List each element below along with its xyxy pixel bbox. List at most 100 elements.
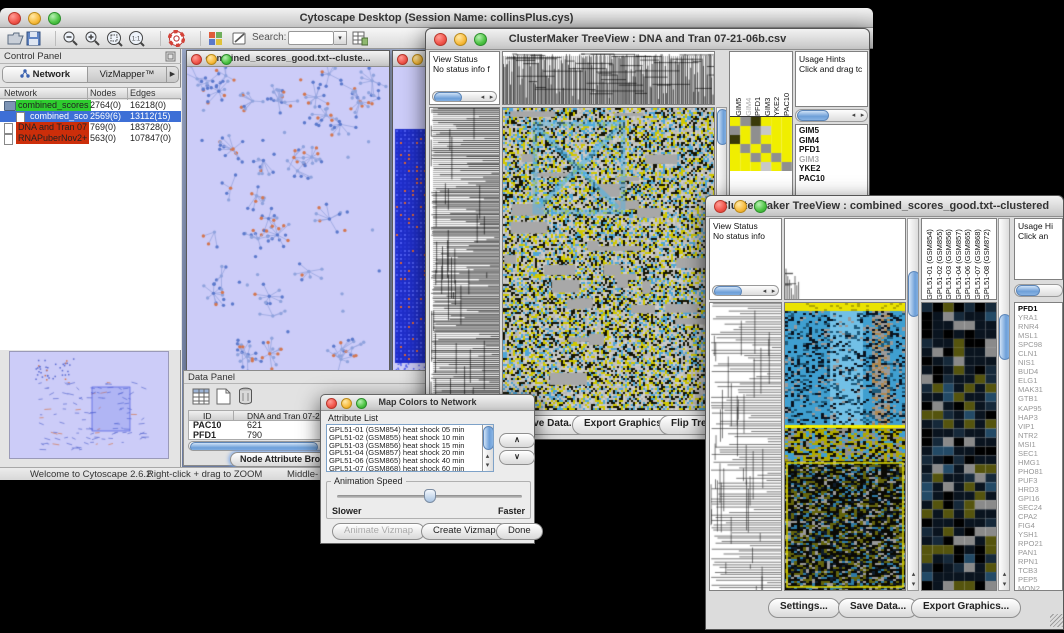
gene-label[interactable]: PEP5 [1018,575,1062,584]
zoom-out-icon[interactable] [62,30,79,47]
column-label[interactable]: GPL51-07 (GSM868) [973,220,983,300]
network-overview-canvas[interactable] [10,352,168,458]
search-input[interactable] [288,31,334,45]
column-label[interactable]: GPL51-08 (GSM872) [982,220,992,300]
treeview2-heatmap[interactable] [784,302,906,591]
view-status-h-scrollbar[interactable]: ◂▸ [432,91,497,102]
treeview2-zoom-heatmap[interactable] [921,302,997,591]
open-icon[interactable] [7,31,24,46]
network-table-row[interactable]: DNA and Tran 07769(0)183728(0) [0,122,181,133]
scrollbar-thumb[interactable] [1016,285,1040,296]
gene-label[interactable]: MON2 [1018,584,1062,591]
help-icon[interactable] [168,30,185,47]
scrollbar-thumb[interactable] [717,109,727,145]
gene-label[interactable]: HRD3 [1018,485,1062,494]
close-button[interactable] [714,200,727,213]
move-down-button[interactable]: ∨ [499,450,535,465]
close-button[interactable] [8,12,21,25]
scrollbar-thumb[interactable] [190,442,318,451]
treeview1-titlebar[interactable]: ClusterMaker TreeView : DNA and Tran 07-… [426,29,869,50]
treeview2-column-dendrogram[interactable] [784,218,906,300]
gene-label[interactable]: GPI16 [1018,494,1062,503]
gene-label[interactable]: PUF3 [1018,476,1062,485]
scrollbar-thumb[interactable] [908,271,919,317]
zoom-button[interactable] [754,200,767,213]
network-view-titlebar[interactable]: combined_scores_good.txt--cluste... [187,51,389,67]
treeview2-titlebar[interactable]: ClusterMaker TreeView : combined_scores_… [706,196,1063,217]
gene-label[interactable]: PHO81 [1018,467,1062,476]
new-attribute-icon[interactable] [216,388,231,405]
scrollbar-thumb[interactable] [714,286,742,296]
gene-label[interactable]: KAP95 [1018,404,1062,413]
gene-label[interactable]: GIM3 [799,155,867,165]
scrollbar-thumb[interactable] [797,110,829,121]
gene-label[interactable]: YKE2 [799,164,867,174]
column-label[interactable]: GPL51-01 (GSM854) [925,220,935,300]
animate-vizmap-button[interactable]: Animate Vizmap [332,523,425,540]
move-up-button[interactable]: ∧ [499,433,535,448]
gene-label[interactable]: HMG1 [1018,458,1062,467]
vizmap-icon[interactable] [208,31,223,46]
zoom-button[interactable] [356,398,367,409]
gene-label[interactable]: MAK31 [1018,385,1062,394]
network-table-row[interactable]: RNAPuberNov2+563(0)107847(0) [0,133,181,144]
treeview1-column-dendrogram[interactable] [502,51,715,105]
column-label[interactable]: GPL51-02 (GSM855) [935,220,945,300]
treeview1-heatmap[interactable] [502,107,715,411]
zoom-button[interactable] [48,12,61,25]
annotation-icon[interactable] [232,31,248,46]
gene-label[interactable]: NIS1 [1018,358,1062,367]
gene-label[interactable]: PFD1 [1018,304,1062,313]
column-header-edges[interactable]: Edges [130,88,156,98]
column-label[interactable]: GPL51-04 (GSM857) [954,220,964,300]
minimize-button[interactable] [206,54,217,65]
done-button[interactable]: Done [496,523,543,540]
minimize-button[interactable] [454,33,467,46]
network-overview-panel[interactable] [9,351,169,459]
network-table-row[interactable]: combined_scores2764(0)16218(0) [0,100,181,111]
view-status-h-scrollbar[interactable]: ◂▸ [712,285,779,296]
gene-label[interactable]: SEC1 [1018,449,1062,458]
gene-label[interactable]: PAN1 [1018,548,1062,557]
gene-label[interactable]: FIG4 [1018,521,1062,530]
zoom-selected-icon[interactable] [106,30,123,47]
gene-label[interactable]: RPN1 [1018,557,1062,566]
gene-label[interactable]: GIM4 [799,136,867,146]
scrollbar-thumb[interactable] [434,92,462,102]
close-button[interactable] [326,398,337,409]
attribute-list[interactable]: GPL51-01 (GSM854) heat shock 05 minGPL51… [326,424,494,472]
treeview2-labels-v-scrollbar[interactable]: ▴▾ [998,218,1010,591]
tab-overflow-button[interactable]: ▶ [167,67,178,82]
gene-label[interactable]: MSL1 [1018,331,1062,340]
gene-label[interactable]: HAP3 [1018,413,1062,422]
column-label[interactable]: GIM4 [744,54,754,116]
zoom-button[interactable] [474,33,487,46]
column-label[interactable]: PAC10 [782,54,792,116]
gene-label[interactable]: VIP1 [1018,422,1062,431]
zoom-in-icon[interactable] [84,30,101,47]
column-header-nodes[interactable]: Nodes [90,88,116,98]
search-dropdown-arrow-icon[interactable]: ▾ [334,31,347,45]
gene-label[interactable]: CLN1 [1018,349,1062,358]
gene-label[interactable]: SPC98 [1018,340,1062,349]
scrollbar-thumb[interactable] [483,426,493,450]
delete-attribute-icon[interactable] [238,387,253,405]
treeview1-row-dendrogram[interactable] [429,107,500,411]
treeview1-zoom-heatmap[interactable] [730,117,792,171]
column-label[interactable]: PFD1 [753,54,763,116]
zoom-fit-icon[interactable]: 1:1 [128,30,145,47]
save-icon[interactable] [26,31,41,46]
dialog-titlebar[interactable]: Map Colors to Network [321,395,534,411]
export-graphics-button[interactable]: Export Graphics... [911,598,1021,618]
settings-button[interactable]: Settings... [768,598,840,618]
gene-label[interactable]: MSI1 [1018,440,1062,449]
close-button[interactable] [397,54,408,65]
minimize-button[interactable] [734,200,747,213]
minimize-button[interactable] [341,398,352,409]
column-label[interactable]: GPL51-06 (GSM865) [963,220,973,300]
column-label[interactable]: GPL51-03 (GSM856) [944,220,954,300]
scrollbar-thumb[interactable] [999,314,1010,360]
float-panel-icon[interactable] [165,51,176,62]
gene-label[interactable]: RPO21 [1018,539,1062,548]
main-window-titlebar[interactable]: Cytoscape Desktop (Session Name: collins… [0,8,873,28]
